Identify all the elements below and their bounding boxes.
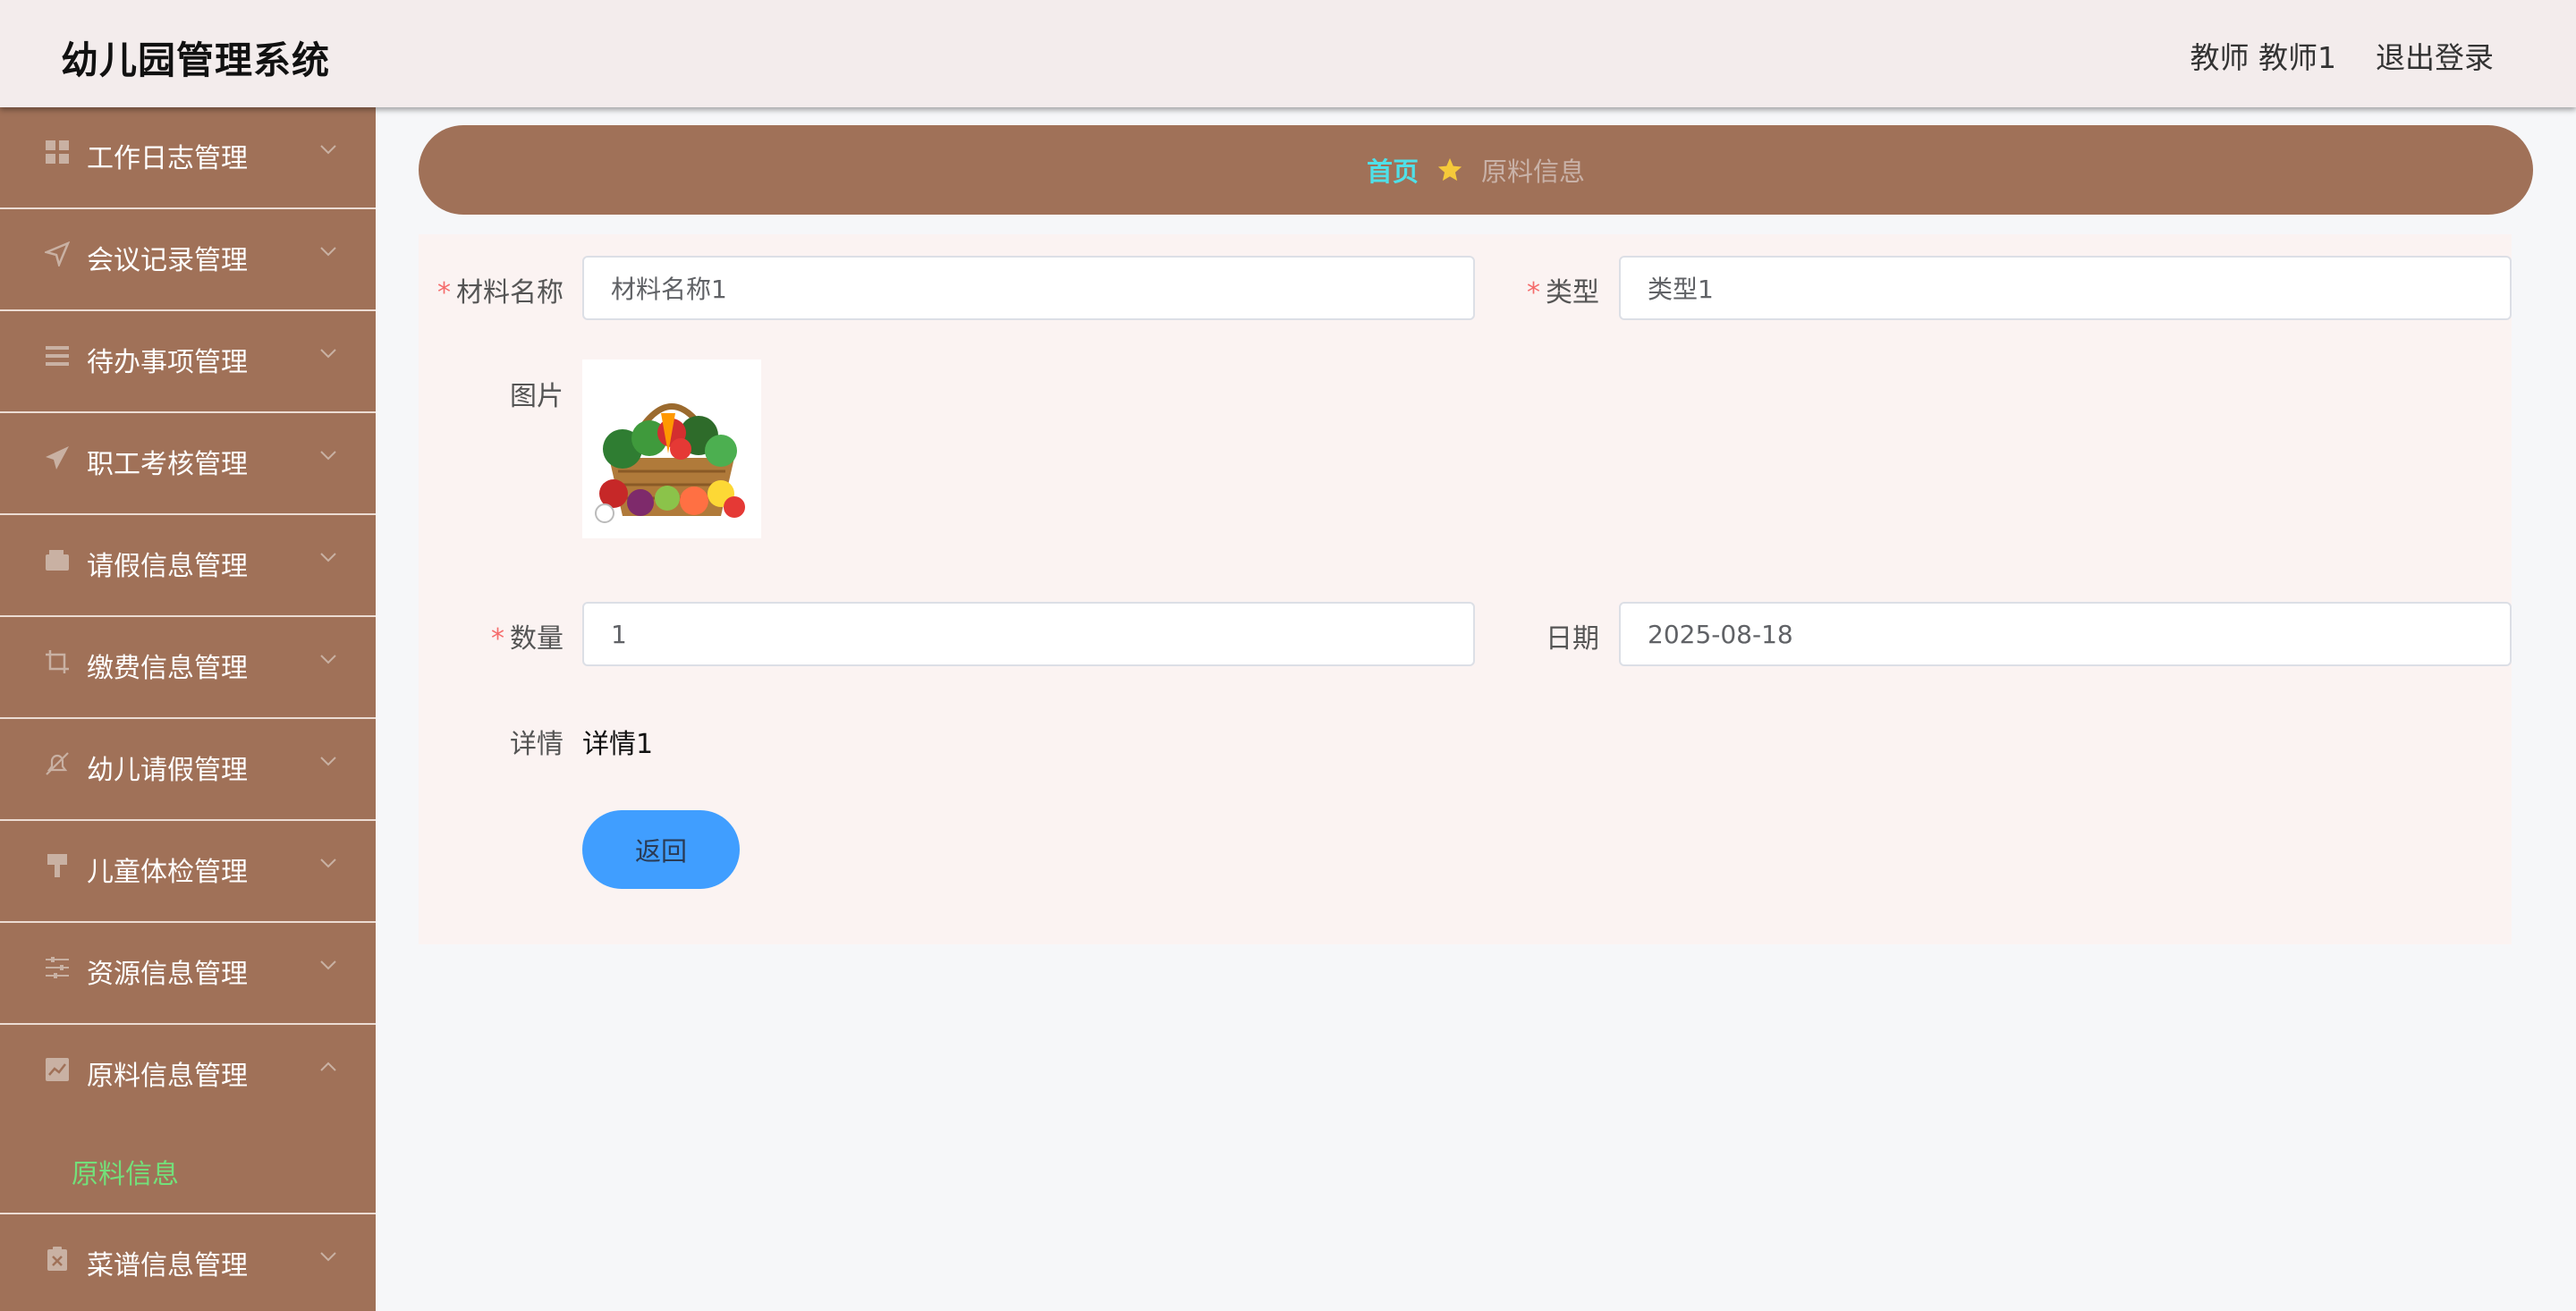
image-label: 图片 — [510, 381, 564, 412]
list-icon — [46, 346, 69, 366]
chart-icon — [46, 1058, 69, 1081]
send-icon — [45, 241, 70, 266]
chevron-down-icon — [320, 553, 336, 562]
app-title: 幼儿园管理系统 — [61, 38, 331, 82]
sidebar-item-label: 会议记录管理 — [87, 245, 248, 276]
paper-plane-icon — [46, 446, 69, 469]
chevron-down-icon — [320, 1252, 336, 1262]
breadcrumb-current: 原料信息 — [1481, 156, 1586, 187]
material-name-input[interactable] — [582, 256, 1475, 320]
breadcrumb: 首页 原料信息 — [419, 125, 2533, 215]
sidebar-item-label: 资源信息管理 — [87, 959, 248, 990]
sidebar-item-child-leave[interactable]: 幼儿请假管理 — [0, 719, 376, 821]
chevron-down-icon — [320, 655, 336, 664]
sidebar-item-todo[interactable]: 待办事项管理 — [0, 311, 376, 413]
grid-icon — [46, 140, 69, 164]
submenu-ingredients: 原料信息 — [0, 1127, 376, 1214]
required-mark: * — [437, 277, 451, 309]
submenu-item-ingredient-info[interactable]: 原料信息 — [72, 1152, 179, 1191]
name-label-text: 材料名称 — [456, 277, 564, 309]
sidebar-item-work-log[interactable]: 工作日志管理 — [0, 107, 376, 209]
sidebar-item-label: 原料信息管理 — [87, 1061, 248, 1092]
date-label: 日期 — [1546, 623, 1599, 655]
sidebar-item-health-check[interactable]: 儿童体检管理 — [0, 821, 376, 923]
logout-button[interactable]: 退出登录 — [2376, 34, 2494, 77]
breadcrumb-home-link[interactable]: 首页 — [1367, 151, 1419, 189]
sidebar-item-label: 待办事项管理 — [87, 347, 248, 378]
crop-icon — [46, 650, 69, 673]
sidebar: 工作日志管理 会议记录管理 待办事项管理 职工考核管理 请假信息管理 缴费信息管… — [0, 107, 376, 1311]
type-label: * 类型 — [1483, 270, 1599, 309]
required-mark: * — [491, 623, 504, 655]
type-input[interactable] — [1619, 256, 2512, 320]
quantity-label-text: 数量 — [510, 623, 564, 655]
sidebar-item-label: 缴费信息管理 — [87, 653, 248, 684]
chevron-down-icon — [320, 757, 336, 766]
sidebar-item-recipes[interactable]: 菜谱信息管理 — [0, 1214, 376, 1311]
sidebar-item-label: 幼儿请假管理 — [87, 755, 248, 786]
sidebar-item-leave[interactable]: 请假信息管理 — [0, 515, 376, 617]
sidebar-item-payment[interactable]: 缴费信息管理 — [0, 617, 376, 719]
chevron-down-icon — [320, 145, 336, 155]
name-label: * 材料名称 — [419, 270, 564, 309]
bell-off-icon — [46, 752, 69, 775]
chevron-down-icon — [320, 960, 336, 970]
sidebar-item-resources[interactable]: 资源信息管理 — [0, 923, 376, 1025]
chevron-down-icon — [320, 858, 336, 868]
back-button[interactable]: 返回 — [582, 810, 740, 889]
sidebar-item-label: 职工考核管理 — [87, 449, 248, 480]
wallet-icon — [46, 550, 69, 571]
sidebar-item-label: 菜谱信息管理 — [87, 1250, 248, 1281]
top-header: 幼儿园管理系统 教师 教师1 退出登录 — [0, 0, 2576, 107]
current-user: 教师 教师1 — [2190, 40, 2337, 75]
brush-icon — [47, 854, 67, 877]
sliders-icon — [46, 957, 69, 978]
sidebar-item-label: 工作日志管理 — [87, 143, 248, 174]
ingredient-image[interactable] — [582, 359, 761, 538]
sidebar-item-staff-review[interactable]: 职工考核管理 — [0, 413, 376, 515]
sidebar-item-ingredients[interactable]: 原料信息管理 — [0, 1025, 376, 1127]
sidebar-item-meeting[interactable]: 会议记录管理 — [0, 209, 376, 311]
vegetable-basket-image — [595, 403, 745, 523]
sidebar-item-label: 请假信息管理 — [87, 551, 248, 582]
quantity-label: * 数量 — [419, 616, 564, 656]
quantity-input[interactable] — [582, 602, 1475, 666]
detail-form: *材料名称 *类型 图片 *数量 日期 — [419, 234, 2512, 944]
detail-value: 详情1 — [582, 729, 654, 760]
chevron-down-icon — [320, 349, 336, 359]
chevron-down-icon — [320, 247, 336, 257]
detail-label: 详情 — [510, 729, 564, 760]
chevron-down-icon — [320, 451, 336, 461]
chevron-up-icon — [320, 1061, 336, 1071]
date-input[interactable] — [1619, 602, 2512, 666]
sidebar-item-label: 儿童体检管理 — [87, 857, 248, 888]
star-icon — [1437, 157, 1462, 182]
checklist-icon — [47, 1247, 67, 1271]
type-label-text: 类型 — [1546, 277, 1599, 309]
required-mark: * — [1527, 277, 1540, 309]
